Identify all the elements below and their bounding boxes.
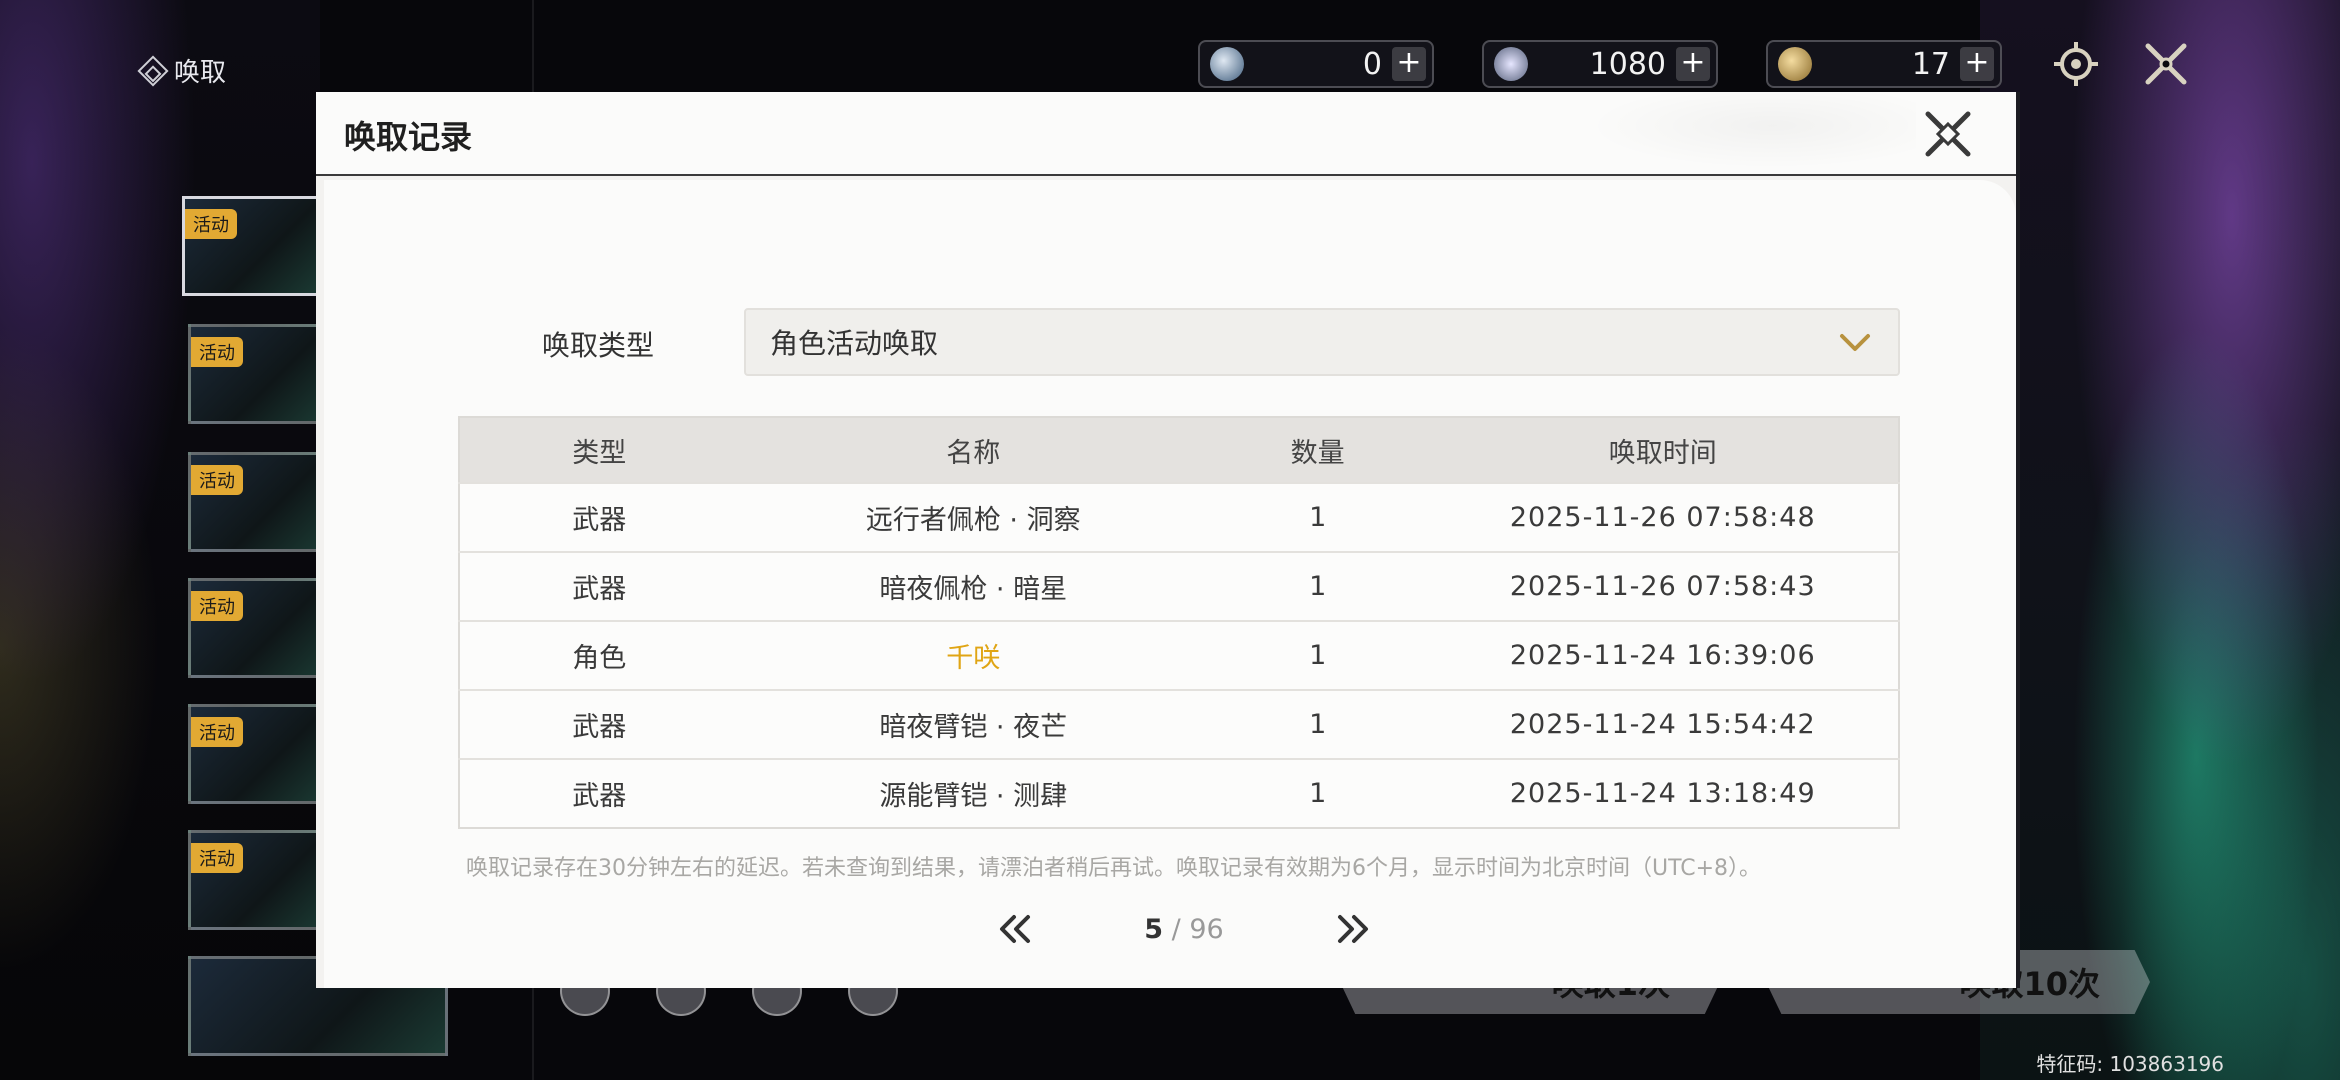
- event-tag: 活动: [191, 843, 243, 873]
- table-row: 角色 千咲 1 2025-11-24 16:39:06: [459, 620, 1899, 690]
- cell-type: 角色: [459, 620, 739, 690]
- cell-name: 暗夜臂铠 · 夜芒: [738, 689, 1208, 759]
- cell-time: 2025-11-26 07:58:48: [1427, 482, 1899, 552]
- banner-item[interactable]: 活动: [188, 324, 328, 424]
- table-row: 武器 暗夜佩枪 · 暗星 1 2025-11-26 07:58:43: [459, 551, 1899, 621]
- event-tag: 活动: [185, 209, 237, 239]
- currency-value: 0: [1362, 46, 1382, 82]
- delay-notice: 唤取记录存在30分钟左右的延迟。若未查询到结果，请漂泊者稍后再试。唤取记录有效期…: [466, 856, 1762, 881]
- feature-code: 特征码: 103863196: [2036, 1052, 2224, 1076]
- close-icon[interactable]: [1920, 106, 1976, 162]
- convene-history-modal: 唤取记录 唤取类型 角色活动唤取 类型 名称 数量 唤取时间 武器 远行者佩枪 …: [316, 92, 2020, 988]
- table-row: 武器 源能臂铠 · 测肆 1 2025-11-24 13:18:49: [459, 758, 1899, 828]
- banner-item[interactable]: 活动: [188, 704, 328, 804]
- cell-name: 源能臂铠 · 测肆: [738, 758, 1208, 828]
- cell-time: 2025-11-24 15:54:42: [1427, 689, 1899, 759]
- banner-item[interactable]: 活动: [188, 830, 328, 930]
- event-tag: 活动: [191, 591, 243, 621]
- records-table: 类型 名称 数量 唤取时间 武器 远行者佩枪 · 洞察 1 2025-11-26…: [458, 416, 1900, 829]
- cell-name: 远行者佩枪 · 洞察: [738, 482, 1208, 552]
- currency-tide: 17 +: [1766, 40, 2002, 88]
- modal-header: 唤取记录: [316, 92, 2016, 176]
- previous-page-icon[interactable]: [994, 911, 1034, 947]
- chevron-down-icon: [1840, 334, 1870, 351]
- cell-quantity: 1: [1207, 551, 1428, 621]
- currency-value: 17: [1911, 46, 1950, 82]
- background-art-right: [1980, 0, 2340, 1080]
- cell-time: 2025-11-24 16:39:06: [1427, 620, 1899, 690]
- radiant-tide-icon: [1778, 47, 1812, 81]
- modal-body: 唤取类型 角色活动唤取 类型 名称 数量 唤取时间 武器 远行者佩枪 · 洞察: [324, 180, 2016, 988]
- event-tag: 活动: [191, 337, 243, 367]
- table-row: 武器 远行者佩枪 · 洞察 1 2025-11-26 07:58:48: [459, 482, 1899, 552]
- page-separator: /: [1163, 913, 1190, 945]
- cell-quantity: 1: [1207, 482, 1428, 552]
- cell-type: 武器: [459, 551, 739, 621]
- pagination: 5 / 96: [994, 904, 1374, 954]
- cell-type: 武器: [459, 689, 739, 759]
- banner-item[interactable]: 活动: [188, 452, 328, 552]
- convene-icon: [137, 54, 169, 87]
- table-row: 武器 暗夜臂铠 · 夜芒 1 2025-11-24 15:54:42: [459, 689, 1899, 759]
- event-tag: 活动: [191, 465, 243, 495]
- cell-name: 千咲: [738, 620, 1208, 690]
- type-dropdown[interactable]: 角色活动唤取: [744, 308, 1900, 376]
- column-header-name: 名称: [738, 417, 1208, 483]
- banner-item[interactable]: 活动: [182, 196, 322, 296]
- next-page-icon[interactable]: [1334, 911, 1374, 947]
- header-decoration: [1556, 92, 1916, 176]
- add-currency-button[interactable]: +: [1392, 47, 1426, 81]
- page-title: 唤取: [137, 52, 227, 89]
- page-title-text: 唤取: [174, 58, 227, 88]
- cell-type: 武器: [459, 758, 739, 828]
- type-label: 唤取类型: [542, 329, 655, 362]
- cell-quantity: 1: [1207, 758, 1428, 828]
- settings-icon[interactable]: [2050, 38, 2102, 90]
- column-header-time: 唤取时间: [1427, 417, 1899, 483]
- lunite-icon: [1210, 47, 1244, 81]
- column-header-quantity: 数量: [1207, 417, 1428, 483]
- total-pages: 96: [1189, 913, 1224, 945]
- type-selected-value: 角色活动唤取: [770, 327, 939, 360]
- cell-name: 暗夜佩枪 · 暗星: [738, 551, 1208, 621]
- cell-type: 武器: [459, 482, 739, 552]
- event-tag: 活动: [191, 717, 243, 747]
- currency-value: 1080: [1589, 46, 1666, 82]
- add-currency-button[interactable]: +: [1960, 47, 1994, 81]
- current-page: 5: [1144, 913, 1164, 945]
- currency-lunite: 0 +: [1198, 40, 1434, 88]
- cell-time: 2025-11-24 13:18:49: [1427, 758, 1899, 828]
- table-header-row: 类型 名称 数量 唤取时间: [459, 417, 1899, 483]
- column-header-type: 类型: [459, 417, 739, 483]
- cell-time: 2025-11-26 07:58:43: [1427, 551, 1899, 621]
- page-indicator: 5 / 96: [1144, 914, 1223, 945]
- close-icon[interactable]: [2140, 38, 2192, 90]
- cell-quantity: 1: [1207, 620, 1428, 690]
- currency-coral: 1080 +: [1482, 40, 1718, 88]
- afterglow-coral-icon: [1494, 47, 1528, 81]
- banner-item[interactable]: 活动: [188, 578, 328, 678]
- modal-title: 唤取记录: [344, 118, 473, 156]
- add-currency-button[interactable]: +: [1676, 47, 1710, 81]
- cell-quantity: 1: [1207, 689, 1428, 759]
